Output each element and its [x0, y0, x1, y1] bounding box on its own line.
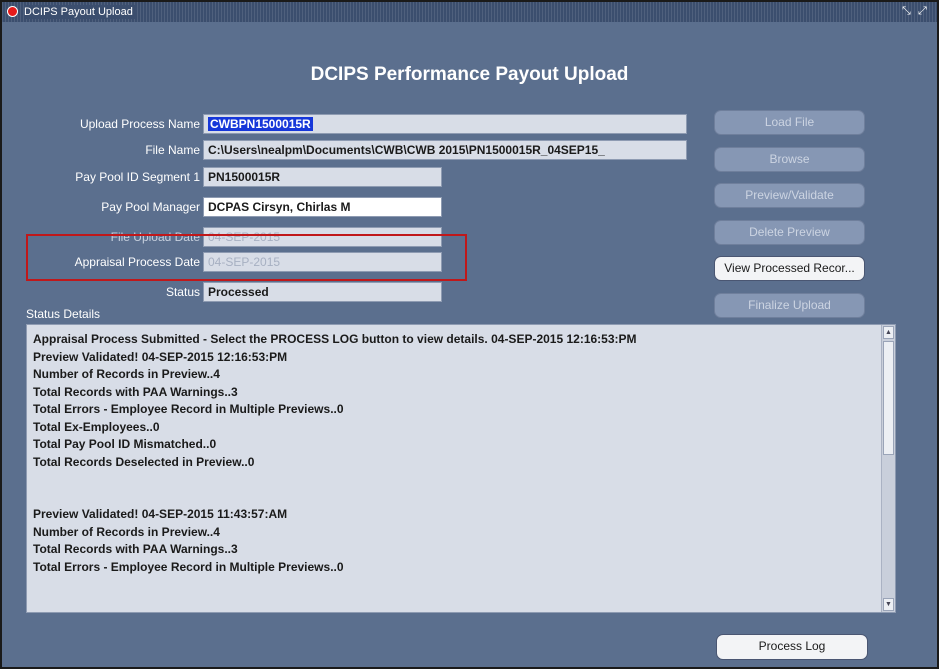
status-label: Status	[165, 285, 200, 299]
scroll-down-icon[interactable]: ▼	[883, 598, 894, 611]
status-line: Preview Validated! 04-SEP-2015 12:16:53:…	[33, 349, 288, 364]
status-line: Total Records with PAA Warnings..3	[33, 542, 238, 556]
status-details-textarea[interactable]: Appraisal Process Submitted - Select the…	[26, 324, 896, 613]
status-line: Appraisal Process Submitted - Select the…	[33, 332, 637, 346]
status-line: Total Ex-Employees..0	[33, 419, 160, 434]
finalize-upload-button[interactable]: Finalize Upload	[714, 293, 865, 318]
scroll-up-icon[interactable]: ▲	[883, 326, 894, 339]
title-bar[interactable]: DCIPS Payout Upload ⤡ ⤢	[2, 2, 937, 22]
status-details-title: Status Details	[26, 307, 101, 321]
minimize-icon[interactable]: ⤡	[902, 4, 911, 19]
status-scrollbar[interactable]: ▲ ▼	[881, 325, 895, 612]
upload-process-name-field[interactable]: CWBPN1500015R	[203, 114, 687, 134]
status-field: Processed	[203, 282, 442, 302]
upload-process-name-label: Upload Process Name	[79, 117, 200, 131]
process-log-button[interactable]: Process Log	[716, 634, 868, 660]
status-line	[33, 489, 871, 507]
delete-preview-button[interactable]: Delete Preview	[714, 220, 865, 245]
pay-pool-manager-label: Pay Pool Manager	[101, 200, 200, 214]
page-title: DCIPS Performance Payout Upload	[310, 64, 629, 85]
status-line: Total Errors - Employee Record in Multip…	[33, 402, 344, 416]
status-line: Total Pay Pool ID Mismatched..0	[33, 437, 217, 451]
file-name-label: File Name	[145, 143, 200, 157]
load-file-button[interactable]: Load File	[714, 110, 865, 135]
pay-pool-id-label: Pay Pool ID Segment 1	[75, 170, 200, 184]
preview-validate-button[interactable]: Preview/Validate	[714, 183, 865, 208]
browse-button[interactable]: Browse	[714, 147, 865, 172]
view-processed-records-button[interactable]: View Processed Recor...	[714, 256, 865, 281]
status-details-text: Appraisal Process Submitted - Select the…	[33, 331, 871, 576]
file-name-field[interactable]: C:\Users\nealpm\Documents\CWB\CWB 2015\P…	[203, 140, 687, 160]
status-line: Total Errors - Employee Record in Multip…	[33, 559, 344, 574]
oracle-logo-icon	[7, 6, 18, 17]
upload-process-name-value: CWBPN1500015R	[208, 117, 313, 131]
highlight-box	[26, 234, 467, 281]
status-line: Total Records with PAA Warnings..3	[33, 384, 238, 399]
pay-pool-id-field[interactable]: PN1500015R	[203, 167, 442, 187]
status-line: Number of Records in Preview..4	[33, 524, 220, 539]
pay-pool-manager-field[interactable]: DCPAS Cirsyn, Chirlas M	[203, 197, 442, 217]
status-line: Total Records Deselected in Preview..0	[33, 454, 255, 469]
scrollbar-thumb[interactable]	[883, 341, 894, 455]
status-line: Preview Validated! 04-SEP-2015 11:43:57:…	[33, 507, 288, 521]
status-line: Number of Records in Preview..4	[33, 367, 220, 381]
window-title: DCIPS Payout Upload	[24, 5, 137, 19]
payout-upload-window: DCIPS Payout Upload ⤡ ⤢ DCIPS Performanc…	[0, 0, 939, 669]
status-line	[33, 471, 871, 489]
maximize-icon[interactable]: ⤢	[918, 4, 927, 19]
